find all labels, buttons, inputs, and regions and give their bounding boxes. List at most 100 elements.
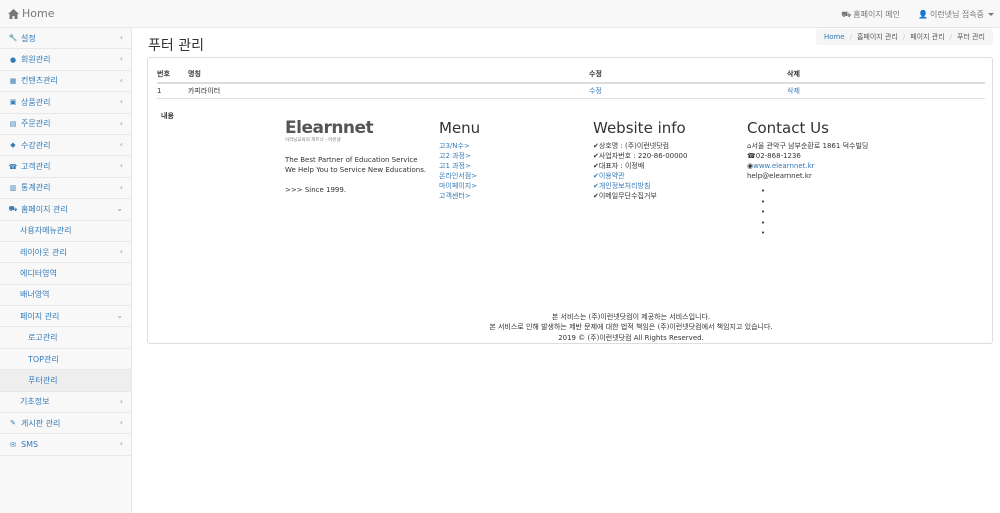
list-item: • <box>761 208 766 216</box>
sidebar-item-label: 사용자메뉴관리 <box>20 226 72 236</box>
breadcrumb-homepage[interactable]: 홈페이지 관리 <box>857 32 898 42</box>
home-icon <box>8 8 19 19</box>
edit-link[interactable]: 수정 <box>589 83 787 99</box>
phone-icon: ☎ <box>747 152 756 160</box>
chevron-down-icon: ⌄ <box>116 204 123 214</box>
list-item: • <box>761 187 766 195</box>
contact-title: Contact Us <box>747 119 829 137</box>
menu-link[interactable]: 고1 과정> <box>439 161 589 171</box>
table-row: 1 카피라이터 수정 삭제 <box>157 83 985 99</box>
footer-table: 번호 명칭 수정 삭제 1 카피라이터 수정 삭제 <box>157 66 985 99</box>
sidebar-item-label: 회원관리 <box>21 55 51 65</box>
info-company: ✔상호명 : (주)이런넷닷컴 <box>593 142 670 150</box>
sidebar-item-statistics[interactable]: ▥ 통계관리 ‹ <box>0 178 131 200</box>
list-item: • <box>761 229 766 237</box>
privacy-link[interactable]: ✔개인정보처리방침 <box>593 181 743 191</box>
since-text: >>> Since 1999. <box>285 186 347 194</box>
menu-link[interactable]: 고객센터> <box>439 191 589 201</box>
user-menu-dropdown[interactable]: 👤 이런넷님 접속중 <box>918 9 994 20</box>
sidebar-item-label: 레이아웃 관리 <box>20 247 67 257</box>
sidebar-item-label: 푸터관리 <box>28 375 58 385</box>
caret-down-icon <box>988 13 994 16</box>
sidebar-item-label: 상품관리 <box>21 97 51 107</box>
header-delete: 삭제 <box>787 66 985 84</box>
sidebar-item-orders[interactable]: ▤ 주문관리 ‹ <box>0 114 131 135</box>
chevron-left-icon: ‹ <box>119 54 123 64</box>
home-brand-link[interactable]: Home <box>8 7 54 20</box>
menu-link[interactable]: 고3/N수> <box>439 141 589 151</box>
contact-address: 서울 관악구 남부순환로 1861 덕수빌딩 <box>751 142 869 150</box>
breadcrumb-home[interactable]: Home <box>824 33 845 41</box>
sidebar-item-basic-info[interactable]: 기초정보 ‹ <box>0 392 131 414</box>
sidebar-item-top[interactable]: TOP관리 <box>0 349 131 371</box>
sidebar-item-members[interactable]: ● 회원관리 ‹ <box>0 49 131 71</box>
sidebar-item-sms[interactable]: ✉ SMS ‹ <box>0 434 131 456</box>
sidebar-item-footer[interactable]: 푸터관리 <box>0 370 131 392</box>
header-edit: 수정 <box>589 66 787 84</box>
sidebar-item-customers[interactable]: ☎ 고객관리 ‹ <box>0 156 131 178</box>
sidebar-item-settings[interactable]: 🔧 설정 ‹ <box>0 28 131 50</box>
contact-phone-row: ☎02-868-1236 <box>747 151 977 161</box>
sidebar-item-label: 게시판 관리 <box>21 418 61 428</box>
edit-icon: ✎ <box>10 419 16 428</box>
sidebar-item-user-menu[interactable]: 사용자메뉴관리 <box>0 221 131 242</box>
menu-link[interactable]: 온라인서점> <box>439 171 589 181</box>
sidebar-item-label: 통계관리 <box>21 183 51 193</box>
table-header-row: 번호 명칭 수정 삭제 <box>157 66 985 84</box>
page-title: 푸터 관리 <box>148 38 204 54</box>
cart-icon: ▤ <box>9 119 17 128</box>
sidebar-item-label: 기초정보 <box>20 397 50 407</box>
sidebar-item-editor-area[interactable]: 에디터영역 <box>0 263 131 285</box>
sidebar-item-homepage[interactable]: ⛟ 홈페이지 관리 ⌄ <box>0 199 131 221</box>
footer-panel: 번호 명칭 수정 삭제 1 카피라이터 수정 삭제 내용 Elearnnet 이… <box>147 57 993 344</box>
chevron-left-icon: ‹ <box>119 97 123 107</box>
tagline-1: The Best Partner of Education Service <box>285 156 418 164</box>
header-number: 번호 <box>157 66 188 84</box>
sidebar-item-courses[interactable]: ◆ 수강관리 ‹ <box>0 135 131 157</box>
top-navbar: Home ⛟ 홈페이지 메인 👤 이런넷님 접속중 <box>0 0 1000 28</box>
terms-link[interactable]: ✔이용약관 <box>593 171 743 181</box>
sidebar-item-label: 수강관리 <box>21 140 51 150</box>
content-label: 내용 <box>161 112 174 120</box>
contact-email: help@elearnnet.kr <box>747 172 812 180</box>
breadcrumb-separator: / <box>849 33 852 41</box>
sidebar-item-board[interactable]: ✎ 게시판 관리 ‹ <box>0 413 131 435</box>
sidebar-item-label: SMS <box>21 440 39 450</box>
header-name: 명칭 <box>188 66 589 84</box>
sidebar: 🔧 설정 ‹ ● 회원관리 ‹ ▦ 컨텐츠관리 ‹ ▣ 상품관리 ‹ ▤ 주문관리 ‹ ◆ 수강관리 ‹… <box>0 28 132 513</box>
menu-link[interactable]: 마이페이지> <box>439 181 589 191</box>
sidebar-item-page-manage[interactable]: 페이지 관리 ⌄ <box>0 306 131 328</box>
breadcrumb-page-manage[interactable]: 페이지 관리 <box>910 32 944 42</box>
sidebar-item-label: 배너영역 <box>20 290 50 300</box>
sidebar-item-logo[interactable]: 로고관리 <box>0 327 131 349</box>
list-item: • <box>761 218 766 227</box>
chevron-left-icon: ‹ <box>119 439 123 449</box>
contact-website-link[interactable]: www.elearnnet.kr <box>753 162 814 170</box>
sidebar-item-label: 로고관리 <box>28 333 58 343</box>
sidebar-item-banner-area[interactable]: 배너영역 <box>0 285 131 307</box>
homepage-main-label: 홈페이지 메인 <box>853 10 900 19</box>
film-icon: ▦ <box>9 76 17 85</box>
chevron-left-icon: ‹ <box>119 75 123 85</box>
elearnnet-logo: Elearnnet <box>285 118 374 138</box>
sidebar-item-products[interactable]: ▣ 상품관리 ‹ <box>0 92 131 114</box>
envelope-icon: ✉ <box>10 440 16 449</box>
breadcrumb-current: 푸터 관리 <box>957 33 985 41</box>
sidebar-item-label: 고객관리 <box>21 162 51 172</box>
chevron-left-icon: ‹ <box>119 182 123 192</box>
phone-icon: ☎ <box>8 162 18 171</box>
sidebar-item-label: 설정 <box>21 33 36 43</box>
sidebar-item-contents[interactable]: ▦ 컨텐츠관리 ‹ <box>0 71 131 93</box>
delete-link[interactable]: 삭제 <box>787 83 985 99</box>
user-icon: 👤 <box>917 10 928 19</box>
gift-icon: ▣ <box>9 98 17 107</box>
website-info-title: Website info <box>593 119 686 137</box>
homepage-main-link[interactable]: ⛟ 홈페이지 메인 <box>841 9 900 20</box>
menu-link[interactable]: 고2 과정> <box>439 151 589 161</box>
car-icon: ⛟ <box>841 9 852 19</box>
sidebar-item-layout[interactable]: 레이아웃 관리 ‹ <box>0 242 131 264</box>
email-policy-link[interactable]: ✔이메일무단수집거부 <box>593 191 743 201</box>
menu-title: Menu <box>439 119 481 137</box>
footer-info-column: Website info ✔상호명 : (주)이런넷닷컴 ✔사업자번호 : 22… <box>593 119 743 201</box>
info-ceo: ✔대표자 : 이정배 <box>593 162 645 170</box>
